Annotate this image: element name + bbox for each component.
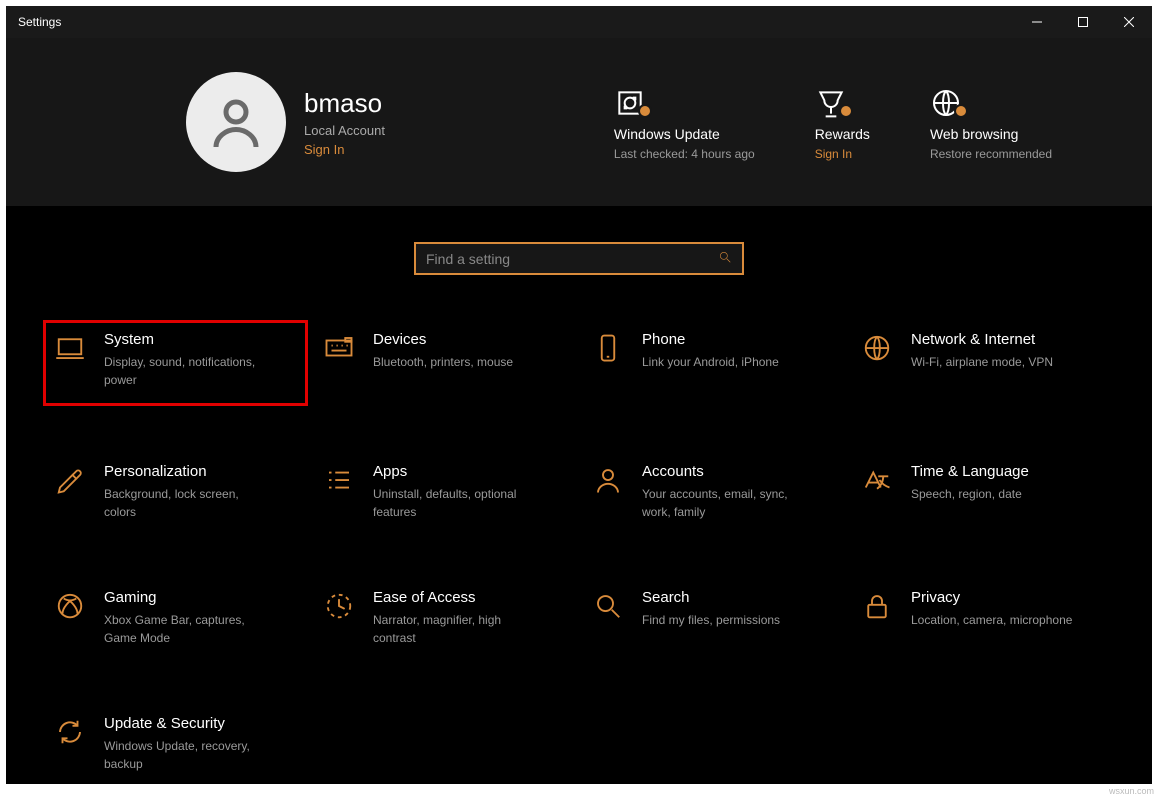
search-icon bbox=[718, 250, 732, 267]
category-desc: Bluetooth, printers, mouse bbox=[373, 353, 513, 371]
category-desc: Wi-Fi, airplane mode, VPN bbox=[911, 353, 1053, 371]
maximize-button[interactable] bbox=[1060, 6, 1106, 38]
xbox-icon bbox=[52, 589, 88, 647]
category-title: Phone bbox=[642, 331, 779, 348]
status-sub-link[interactable]: Sign In bbox=[815, 146, 870, 163]
user-block: bmaso Local Account Sign In bbox=[304, 88, 385, 157]
settings-window: Settings bmaso Local Account Sign In bbox=[6, 6, 1152, 784]
watermark: wsxun.com bbox=[1109, 786, 1154, 796]
category-desc: Display, sound, notifications, power bbox=[104, 353, 274, 389]
category-title: Search bbox=[642, 589, 780, 606]
search-icon bbox=[590, 589, 626, 647]
laptop-icon bbox=[52, 331, 88, 389]
category-desc: Speech, region, date bbox=[911, 485, 1029, 503]
category-desc: Location, camera, microphone bbox=[911, 611, 1072, 629]
status-windows-update[interactable]: Windows Update Last checked: 4 hours ago bbox=[614, 82, 755, 163]
account-type: Local Account bbox=[304, 123, 385, 138]
category-search[interactable]: Search Find my files, permissions bbox=[584, 583, 843, 653]
category-desc: Windows Update, recovery, backup bbox=[104, 737, 274, 773]
category-accounts[interactable]: Accounts Your accounts, email, sync, work… bbox=[584, 457, 843, 527]
language-icon bbox=[859, 463, 895, 521]
category-gaming[interactable]: Gaming Xbox Game Bar, captures, Game Mode bbox=[46, 583, 305, 653]
status-rewards[interactable]: Rewards Sign In bbox=[815, 82, 870, 163]
avatar[interactable] bbox=[186, 72, 286, 172]
category-text: Ease of Access Narrator, magnifier, high … bbox=[373, 589, 543, 647]
category-text: Accounts Your accounts, email, sync, work… bbox=[642, 463, 812, 521]
category-title: Update & Security bbox=[104, 715, 274, 732]
window-title: Settings bbox=[6, 15, 61, 29]
category-title: Devices bbox=[373, 331, 513, 348]
category-desc: Uninstall, defaults, optional features bbox=[373, 485, 543, 521]
category-apps[interactable]: Apps Uninstall, defaults, optional featur… bbox=[315, 457, 574, 527]
category-text: Time & Language Speech, region, date bbox=[911, 463, 1029, 521]
category-text: Gaming Xbox Game Bar, captures, Game Mode bbox=[104, 589, 274, 647]
category-title: Gaming bbox=[104, 589, 274, 606]
badge-icon bbox=[954, 104, 968, 118]
status-group: Windows Update Last checked: 4 hours ago… bbox=[614, 82, 1112, 163]
category-title: Time & Language bbox=[911, 463, 1029, 480]
badge-icon bbox=[839, 104, 853, 118]
window-controls bbox=[1014, 6, 1152, 38]
globe-icon bbox=[859, 331, 895, 395]
category-title: Ease of Access bbox=[373, 589, 543, 606]
close-button[interactable] bbox=[1106, 6, 1152, 38]
ease-icon bbox=[321, 589, 357, 647]
status-title: Rewards bbox=[815, 126, 870, 142]
category-text: Apps Uninstall, defaults, optional featur… bbox=[373, 463, 543, 521]
keyboard-icon bbox=[321, 331, 357, 395]
refresh-icon bbox=[52, 715, 88, 773]
category-desc: Xbox Game Bar, captures, Game Mode bbox=[104, 611, 274, 647]
category-devices[interactable]: Devices Bluetooth, printers, mouse bbox=[315, 325, 574, 401]
person-icon bbox=[590, 463, 626, 521]
category-text: Devices Bluetooth, printers, mouse bbox=[373, 331, 513, 395]
category-time[interactable]: Time & Language Speech, region, date bbox=[853, 457, 1112, 527]
status-sub: Restore recommended bbox=[930, 146, 1052, 163]
sign-in-link[interactable]: Sign In bbox=[304, 142, 385, 157]
main-section: System Display, sound, notifications, pow… bbox=[6, 206, 1152, 784]
minimize-button[interactable] bbox=[1014, 6, 1060, 38]
category-phone[interactable]: Phone Link your Android, iPhone bbox=[584, 325, 843, 401]
category-text: Update & Security Windows Update, recover… bbox=[104, 715, 274, 773]
category-desc: Find my files, permissions bbox=[642, 611, 780, 629]
header-section: bmaso Local Account Sign In Windows Upda… bbox=[6, 38, 1152, 206]
category-privacy[interactable]: Privacy Location, camera, microphone bbox=[853, 583, 1112, 653]
category-text: Network & Internet Wi-Fi, airplane mode, … bbox=[911, 331, 1053, 395]
category-title: Personalization bbox=[104, 463, 274, 480]
status-sub: Last checked: 4 hours ago bbox=[614, 146, 755, 163]
phone-icon bbox=[590, 331, 626, 395]
status-web-browsing[interactable]: Web browsing Restore recommended bbox=[930, 82, 1052, 163]
category-text: Privacy Location, camera, microphone bbox=[911, 589, 1072, 647]
status-title: Windows Update bbox=[614, 126, 755, 142]
category-desc: Your accounts, email, sync, work, family bbox=[642, 485, 812, 521]
category-title: Privacy bbox=[911, 589, 1072, 606]
search-row bbox=[46, 242, 1112, 275]
category-text: System Display, sound, notifications, pow… bbox=[104, 331, 274, 389]
brush-icon bbox=[52, 463, 88, 521]
category-ease[interactable]: Ease of Access Narrator, magnifier, high … bbox=[315, 583, 574, 653]
category-system[interactable]: System Display, sound, notifications, pow… bbox=[43, 320, 308, 406]
category-text: Phone Link your Android, iPhone bbox=[642, 331, 779, 395]
category-title: Apps bbox=[373, 463, 543, 480]
category-update[interactable]: Update & Security Windows Update, recover… bbox=[46, 709, 305, 779]
titlebar: Settings bbox=[6, 6, 1152, 38]
badge-icon bbox=[638, 104, 652, 118]
category-text: Search Find my files, permissions bbox=[642, 589, 780, 647]
category-network[interactable]: Network & Internet Wi-Fi, airplane mode, … bbox=[853, 325, 1112, 401]
apps-icon bbox=[321, 463, 357, 521]
category-grid: System Display, sound, notifications, pow… bbox=[46, 325, 1112, 779]
category-desc: Narrator, magnifier, high contrast bbox=[373, 611, 543, 647]
search-box[interactable] bbox=[414, 242, 744, 275]
person-icon bbox=[206, 92, 266, 152]
category-title: Accounts bbox=[642, 463, 812, 480]
category-title: System bbox=[104, 331, 274, 348]
status-title: Web browsing bbox=[930, 126, 1052, 142]
category-desc: Link your Android, iPhone bbox=[642, 353, 779, 371]
username: bmaso bbox=[304, 88, 385, 119]
category-personalization[interactable]: Personalization Background, lock screen, … bbox=[46, 457, 305, 527]
lock-icon bbox=[859, 589, 895, 647]
search-input[interactable] bbox=[426, 251, 718, 267]
category-desc: Background, lock screen, colors bbox=[104, 485, 274, 521]
category-text: Personalization Background, lock screen, … bbox=[104, 463, 274, 521]
category-title: Network & Internet bbox=[911, 331, 1053, 348]
